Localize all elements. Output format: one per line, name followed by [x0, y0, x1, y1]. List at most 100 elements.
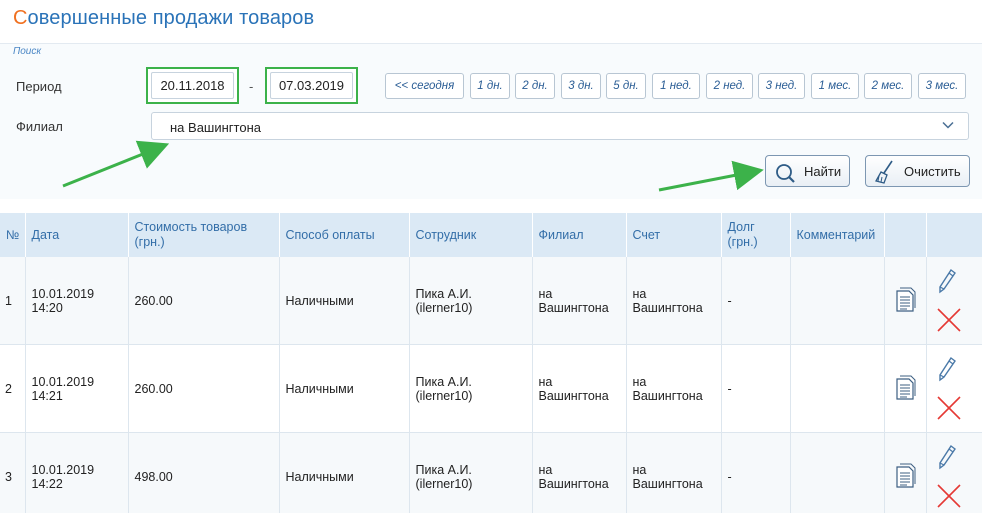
delete-cross-icon[interactable] — [936, 483, 962, 509]
row-number: 2 — [0, 344, 26, 433]
quick-range-today-button[interactable]: << сегодня — [385, 73, 464, 99]
row-branch-cell: на Вашингтона — [532, 257, 627, 345]
row-account-line2: Вашингтона — [632, 300, 703, 315]
date-from-highlight: 20.11.2018 — [146, 67, 239, 104]
row-time: 14:20 — [31, 300, 63, 315]
row-employee: Пика А.И. — [415, 462, 472, 477]
row-employee-login: (ilerner10) — [415, 300, 473, 315]
column-header-date[interactable]: Дата — [25, 213, 129, 257]
clear-button[interactable]: Очистить — [865, 155, 970, 187]
row-document-cell — [884, 432, 927, 513]
row-employee-login: (ilerner10) — [415, 388, 473, 403]
branch-select[interactable]: на Вашингтона — [151, 112, 969, 140]
row-date: 10.01.2019 — [31, 462, 95, 477]
column-header-comment[interactable]: Комментарий — [790, 213, 885, 257]
row-time: 14:22 — [31, 476, 63, 491]
row-datetime: 10.01.2019 14:20 — [25, 257, 129, 345]
row-branch-cell: на Вашингтона — [532, 432, 627, 513]
row-date: 10.01.2019 — [31, 286, 95, 301]
row-branch-line2: Вашингтона — [538, 476, 609, 491]
column-header-number[interactable]: № — [0, 213, 26, 257]
row-comment — [790, 432, 885, 513]
row-comment — [790, 344, 885, 433]
row-account-line2: Вашингтона — [632, 388, 703, 403]
row-account-line1: на — [632, 462, 647, 477]
row-cost: 498.00 — [128, 432, 280, 513]
column-header-account[interactable]: Счет — [626, 213, 722, 257]
chevron-down-icon — [942, 121, 954, 129]
pencil-icon[interactable] — [937, 444, 957, 472]
page-title: Совершенные продажи товаров — [13, 7, 314, 30]
row-payment: Наличными — [279, 257, 410, 345]
quick-range-1d-button[interactable]: 1 дн. — [470, 73, 510, 99]
row-branch-line1: на — [538, 462, 553, 477]
row-debt: - — [721, 432, 791, 513]
row-number: 1 — [0, 257, 26, 345]
branch-label: Филиал — [16, 119, 63, 134]
period-label: Период — [16, 79, 62, 94]
date-from-input[interactable]: 20.11.2018 — [151, 72, 234, 99]
quick-range-2m-button[interactable]: 2 мес. — [864, 73, 912, 99]
row-payment: Наличными — [279, 344, 410, 433]
quick-range-3w-button[interactable]: 3 нед. — [758, 73, 805, 99]
date-to-highlight: 07.03.2019 — [265, 67, 358, 104]
document-icon[interactable] — [894, 374, 916, 401]
row-employee-cell: Пика А.И. (ilerner10) — [409, 344, 533, 433]
quick-range-1w-button[interactable]: 1 нед. — [652, 73, 700, 99]
row-actions — [927, 345, 982, 432]
column-header-debt[interactable]: Долг (грн.) — [721, 213, 791, 257]
search-toggle-link[interactable]: Поиск — [13, 46, 41, 57]
clear-button-label: Очистить — [904, 164, 961, 179]
quick-range-1m-button[interactable]: 1 мес. — [811, 73, 859, 99]
row-account-line1: на — [632, 286, 647, 301]
column-header-payment[interactable]: Способ оплаты — [279, 213, 410, 257]
date-separator: - — [249, 79, 254, 94]
column-header-cost[interactable]: Стоимость товаров (грн.) — [128, 213, 280, 257]
column-header-branch[interactable]: Филиал — [532, 213, 627, 257]
quick-range-5d-button[interactable]: 5 дн. — [606, 73, 646, 99]
sales-table: № Дата Стоимость товаров (грн.) Способ о… — [0, 213, 982, 513]
row-account-line2: Вашингтона — [632, 476, 703, 491]
row-debt: - — [721, 344, 791, 433]
pencil-icon[interactable] — [937, 268, 957, 296]
delete-cross-icon[interactable] — [936, 307, 962, 333]
row-branch-line2: Вашингтона — [538, 300, 609, 315]
row-cost: 260.00 — [128, 344, 280, 433]
row-time: 14:21 — [31, 388, 63, 403]
table-row: 1 10.01.2019 14:20 260.00 Наличными Пика … — [0, 257, 982, 345]
row-actions — [927, 433, 982, 513]
branch-select-value: на Вашингтона — [170, 120, 261, 135]
document-icon[interactable] — [894, 286, 916, 313]
search-icon — [776, 164, 795, 183]
broom-icon — [875, 160, 893, 184]
quick-range-3m-button[interactable]: 3 мес. — [918, 73, 966, 99]
row-account-cell: на Вашингтона — [626, 432, 722, 513]
date-to-input[interactable]: 07.03.2019 — [270, 72, 353, 99]
quick-range-3d-button[interactable]: 3 дн. — [561, 73, 601, 99]
pencil-icon[interactable] — [937, 356, 957, 384]
page-title-first-letter: С — [13, 7, 28, 29]
quick-range-2d-button[interactable]: 2 дн. — [515, 73, 555, 99]
column-header-document — [884, 213, 927, 257]
table-row: 3 10.01.2019 14:22 498.00 Наличными Пика … — [0, 432, 982, 513]
row-actions-cell — [926, 344, 982, 433]
row-datetime: 10.01.2019 14:21 — [25, 344, 129, 433]
row-branch-cell: на Вашингтона — [532, 344, 627, 433]
page-title-rest: овершенные продажи товаров — [27, 7, 315, 29]
row-employee-login: (ilerner10) — [415, 476, 473, 491]
document-icon[interactable] — [894, 462, 916, 489]
quick-range-2w-button[interactable]: 2 нед. — [706, 73, 753, 99]
table-row: 2 10.01.2019 14:21 260.00 Наличными Пика … — [0, 344, 982, 433]
row-employee: Пика А.И. — [415, 374, 472, 389]
row-datetime: 10.01.2019 14:22 — [25, 432, 129, 513]
row-actions-cell — [926, 432, 982, 513]
row-employee-cell: Пика А.И. (ilerner10) — [409, 257, 533, 345]
column-header-employee[interactable]: Сотрудник — [409, 213, 533, 257]
find-button-label: Найти — [804, 164, 842, 179]
row-document-cell — [884, 257, 927, 345]
row-account-cell: на Вашингтона — [626, 344, 722, 433]
row-branch-line2: Вашингтона — [538, 388, 609, 403]
delete-cross-icon[interactable] — [936, 395, 962, 421]
row-date: 10.01.2019 — [31, 374, 95, 389]
find-button[interactable]: Найти — [765, 155, 850, 187]
